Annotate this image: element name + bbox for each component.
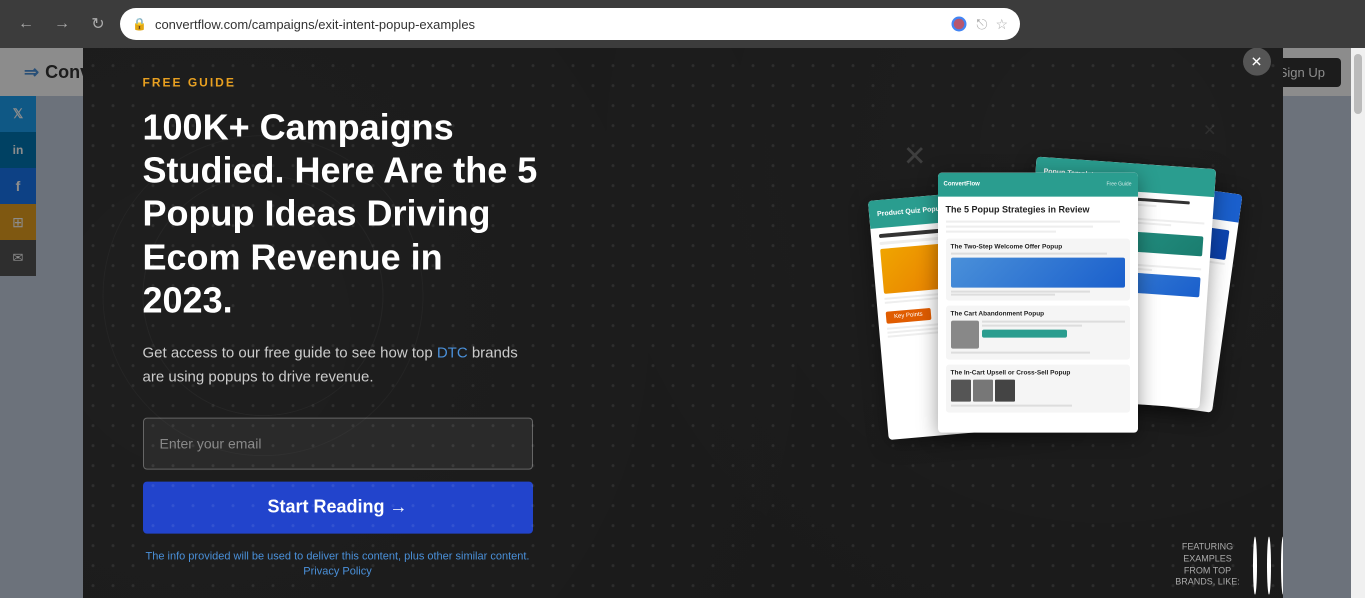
back-button[interactable]: ← — [12, 10, 40, 38]
featuring-brands-section: FEATURING EXAMPLES FROM TOP BRANDS, LIKE… — [1173, 536, 1263, 594]
page-background: ⇒ ConvertFlow Features ▾ Solutions ▾ Pri… — [0, 48, 1365, 598]
bookmark-icon[interactable]: ☆ — [995, 16, 1008, 33]
address-bar[interactable]: 🔒 ⎋ ☆ — [120, 8, 1020, 40]
url-input[interactable] — [155, 17, 942, 32]
disclaimer-text: The info provided will be used to delive… — [143, 550, 533, 581]
subtitle-highlight: DTC — [437, 345, 468, 362]
scrollbar-thumb[interactable] — [1354, 54, 1362, 114]
start-reading-button[interactable]: Start Reading → — [143, 482, 533, 534]
scrollbar[interactable] — [1351, 48, 1365, 598]
subtitle-start: Get access to our free guide to see how … — [143, 345, 437, 362]
free-guide-label: FREE GUIDE — [143, 76, 753, 90]
share-icon[interactable]: ⎋ — [976, 16, 987, 33]
popup-modal: ✕ ✕ ✕ ✕ FREE GUIDE 100K+ Campaigns Studi… — [83, 48, 1283, 598]
reload-button[interactable]: ↻ — [84, 10, 112, 38]
popup-content-right: Product Quiz Popup Key Points — [803, 48, 1283, 598]
close-button[interactable]: ✕ — [1243, 48, 1271, 76]
document-stack: Product Quiz Popup Key Points — [868, 133, 1208, 513]
forward-button[interactable]: → — [48, 10, 76, 38]
popup-title: 100K+ Campaigns Studied. Here Are the 5 … — [143, 106, 543, 322]
brand-warby-parker: WARBYPARKER — [1253, 536, 1257, 594]
brand-judy: JUDY — [1267, 536, 1271, 594]
featuring-label: FEATURING EXAMPLES FROM TOP BRANDS, LIKE… — [1173, 542, 1243, 589]
brand-bombas: BOMBAS — [1281, 536, 1283, 594]
google-icon — [950, 15, 968, 33]
popup-subtitle: Get access to our free guide to see how … — [143, 342, 523, 390]
doc-preview-main: ConvertFlow Free Guide The 5 Popup Strat… — [938, 173, 1138, 433]
popup-content-left: FREE GUIDE 100K+ Campaigns Studied. Here… — [83, 48, 803, 598]
browser-chrome: ← → ↻ 🔒 ⎋ ☆ — [0, 0, 1365, 48]
lock-icon: 🔒 — [132, 17, 147, 31]
email-input[interactable] — [143, 418, 533, 470]
